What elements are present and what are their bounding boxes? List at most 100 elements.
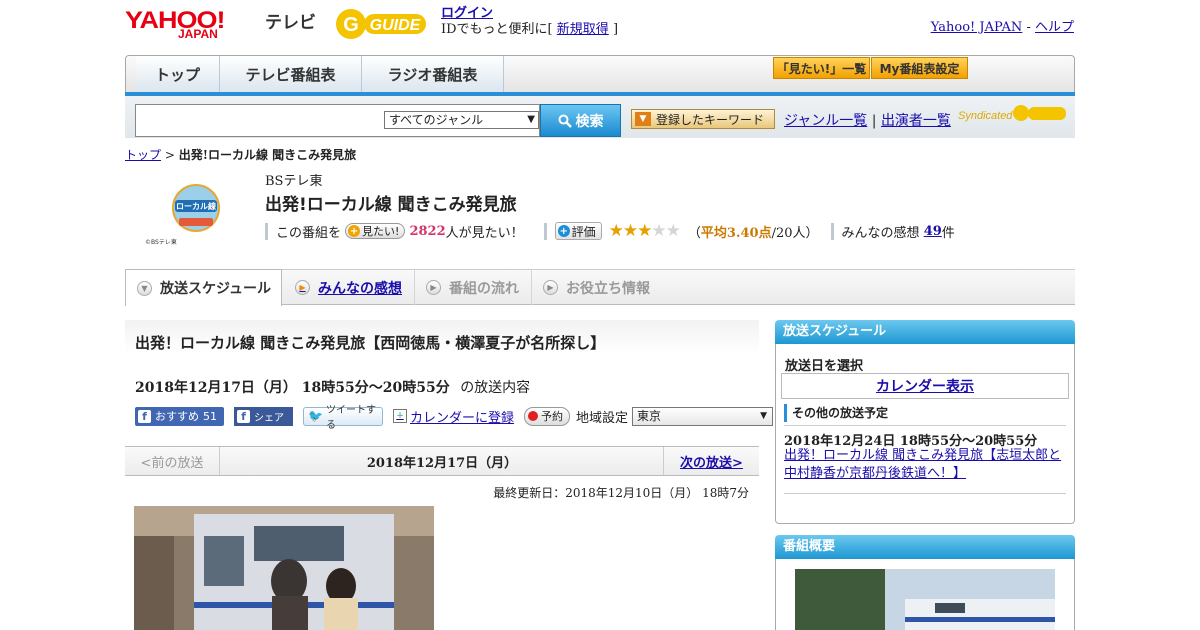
mitai-suffix: 人が見たい！ [445, 225, 524, 241]
gguide-logo: G GUIDE [336, 9, 426, 39]
last-updated: 最終更新日：2018年12月10日（月） 18時7分 [493, 486, 749, 500]
mitai-button-label: 見たい! [362, 225, 400, 238]
search-links-divider: | [871, 113, 877, 129]
registered-keyword-label: 登録したキーワード [656, 112, 765, 127]
tab-useful-info-label: お役立ち情報 [566, 280, 650, 297]
mitai-list-button[interactable]: 「見たい!」一覧 [773, 57, 870, 79]
schedule-box-header: 放送スケジュール [775, 320, 1075, 344]
rating-average: 平均3.40点 [700, 225, 772, 241]
program-title: 出発!ローカル線 聞きこみ発見旅 [265, 195, 517, 215]
gguide-logo-text: GUIDE [370, 17, 422, 34]
breadcrumb-current: 出発!ローカル線 聞きこみ発見旅 [178, 148, 357, 162]
tweet-label: ツイートする [325, 405, 376, 431]
divider [784, 425, 1066, 426]
facebook-recommend-count: 51 [203, 409, 217, 423]
rating-avg-open: （ [687, 225, 701, 241]
plus-icon: + [557, 225, 570, 237]
genre-select-value: すべてのジャンル [389, 113, 484, 127]
main-nav: トップ テレビ番組表 ラジオ番組表 「見たい!」一覧 My番組表設定 [125, 55, 1075, 97]
genre-list-link[interactable]: ジャンル一覧 [784, 113, 867, 129]
tab-schedule[interactable]: ▼ 放送スケジュール [125, 269, 282, 306]
facebook-recommend-button[interactable]: f おすすめ 51 [135, 406, 224, 426]
search-icon [558, 114, 572, 128]
registered-keyword-button[interactable]: ▼ 登録したキーワード [631, 109, 775, 129]
current-broadcast-date: 2018年12月17日（月） [366, 455, 518, 471]
broadcast-pager: <前の放送 2018年12月17日（月） 次の放送> [125, 446, 759, 476]
star-icon: ★ [637, 221, 652, 241]
episode-datetime-suffix: の放送内容 [460, 380, 531, 396]
nav-tab-tv-guide[interactable]: テレビ番組表 [220, 56, 362, 92]
search-button-label: 検索 [575, 113, 604, 130]
tab-flow-label: 番組の流れ [449, 280, 519, 297]
my-guide-settings-button[interactable]: My番組表設定 [871, 57, 968, 79]
meta-divider [265, 222, 268, 240]
program-tabs: ▼ 放送スケジュール ▶ みんなの感想 ▶ 番組の流れ ▶ お役立ち情報 [125, 269, 1075, 306]
tab-impressions[interactable]: ▶ みんなの感想 [282, 270, 415, 305]
impressions-label: みんなの感想 [841, 225, 920, 241]
tab-schedule-label: 放送スケジュール [160, 281, 272, 297]
facebook-icon: f [138, 409, 151, 423]
yahoo-japan-link[interactable]: Yahoo! JAPAN [931, 20, 1023, 35]
facebook-share-label: シェア [254, 412, 284, 424]
next-broadcast-link[interactable]: 次の放送> [663, 447, 759, 475]
yahoo-japan-logo-text: JAPAN [178, 27, 218, 41]
reserve-button[interactable]: 予約 [524, 406, 571, 426]
tv-logo-text[interactable]: テレビ [265, 8, 316, 33]
facebook-share-button[interactable]: f シェア [234, 406, 293, 426]
overview-photo [795, 569, 1055, 630]
nav-tab-top[interactable]: トップ [136, 56, 220, 92]
other-broadcast-link[interactable]: 出発！ローカル線 聞きこみ発見旅【志垣太郎と中村静香が京都丹後鉄道へ！】 [784, 447, 1069, 483]
star-icon: ★ [622, 221, 638, 241]
chevron-down-icon: ▼ [760, 410, 768, 421]
impressions-count-link[interactable]: 49 [924, 224, 942, 239]
header-link-separator: - [1022, 20, 1035, 35]
rating-stars: ★★★★★ [609, 221, 681, 241]
mitai-button[interactable]: + 見たい! [345, 223, 406, 239]
tab-useful-info[interactable]: ▶ お役立ち情報 [532, 270, 662, 305]
facebook-recommend-label: おすすめ [155, 410, 199, 423]
region-select-value: 東京 [637, 408, 662, 423]
calendar-register-link[interactable]: + カレンダーに登録 [393, 407, 514, 426]
performer-list-link[interactable]: 出演者一覧 [881, 113, 951, 129]
select-date-label: 放送日を選択 [785, 359, 864, 374]
impressions-unit: 件 [941, 225, 955, 241]
rate-button-label: 評価 [571, 224, 596, 239]
register-link[interactable]: 新規取得 [557, 22, 609, 37]
calendar-view-button[interactable]: カレンダー表示 [781, 373, 1069, 399]
divider [784, 493, 1066, 494]
help-link[interactable]: ヘルプ [1035, 20, 1074, 35]
reserve-label: 予約 [541, 410, 564, 423]
chevron-down-icon: ▼ [527, 114, 535, 125]
login-desc-suffix: ] [612, 22, 619, 37]
svg-text:G: G [343, 14, 359, 36]
meta-divider [543, 222, 547, 240]
plus-icon: + [348, 225, 361, 237]
overview-box-header: 番組概要 [775, 535, 1075, 559]
login-link[interactable]: ログイン [441, 6, 493, 21]
genre-select[interactable]: すべてのジャンル ▼ [384, 111, 539, 129]
chevron-right-icon: ▶ [295, 280, 310, 295]
episode-title: 出発！ローカル線 聞きこみ発見旅【西岡徳馬・横澤夏子が名所探し】 [135, 334, 606, 352]
mitai-prefix: この番組を [276, 225, 342, 241]
rate-button[interactable]: + 評価 [554, 222, 602, 240]
syndicated-label: Syndicated [958, 110, 1013, 122]
breadcrumb-top-link[interactable]: トップ [125, 148, 161, 162]
other-broadcasts-heading: その他の放送予定 [784, 404, 1066, 422]
facebook-icon: f [237, 409, 250, 423]
program-logo-caption: ©BSテレ東 [145, 238, 177, 246]
breadcrumb: トップ > 出発!ローカル線 聞きこみ発見旅 [125, 146, 356, 163]
star-empty-icon: ★ [651, 221, 666, 241]
search-links: ジャンル一覧 | 出演者一覧 [784, 110, 951, 130]
tab-flow[interactable]: ▶ 番組の流れ [415, 270, 532, 305]
breadcrumb-separator: > [161, 148, 179, 162]
program-logo-text: ローカル線 [176, 201, 216, 211]
twitter-bird-icon: 🐦 [308, 409, 323, 423]
mitai-count: 2822 [409, 223, 446, 239]
meta-divider [830, 222, 834, 240]
tweet-button[interactable]: 🐦 ツイートする [303, 405, 383, 431]
social-toolbar: f おすすめ 51 f シェア 🐦 ツイートする + カレンダーに登録 予約 地域設定 東… [135, 405, 774, 431]
search-button[interactable]: 検索 [540, 104, 621, 137]
header-links: Yahoo! JAPAN - ヘルプ [931, 16, 1074, 35]
nav-tab-radio-guide[interactable]: ラジオ番組表 [362, 56, 504, 92]
region-select[interactable]: 東京 ▼ [632, 406, 774, 426]
